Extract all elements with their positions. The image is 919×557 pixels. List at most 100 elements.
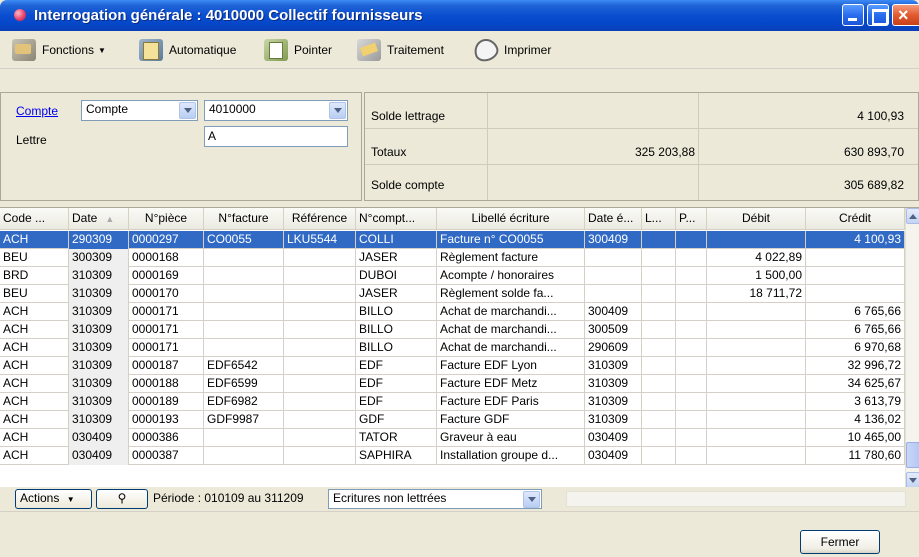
col-header-credit[interactable]: Crédit xyxy=(806,208,905,230)
cell-date-ech: 300409 xyxy=(585,303,642,321)
table-row[interactable]: ACH 310309 0000187 EDF6542 EDF Facture EDF Ly… xyxy=(0,357,905,375)
totaux-debit-value: 325 203,88 xyxy=(634,145,695,159)
cell-code: ACH xyxy=(0,447,69,465)
cell-facture xyxy=(204,285,284,303)
periode-text: Période : 010109 au 311209 xyxy=(153,491,304,505)
table-row[interactable]: ACH 310309 0000171 BILLO Achat de marchandi.… xyxy=(0,303,905,321)
scroll-thumb[interactable] xyxy=(906,442,919,468)
table-row[interactable]: ACH 310309 0000171 BILLO Achat de marchandi.… xyxy=(0,339,905,357)
cell-p xyxy=(676,357,707,375)
vertical-scrollbar[interactable] xyxy=(905,208,919,487)
close-button[interactable]: × xyxy=(892,4,919,26)
cell-compte: BILLO xyxy=(356,321,437,339)
table-row[interactable]: ACH 030409 0000386 TATOR Graveur à eau 030409… xyxy=(0,429,905,447)
fonctions-label: Fonctions xyxy=(42,43,95,57)
minimize-button[interactable] xyxy=(842,4,864,26)
scroll-down-icon[interactable] xyxy=(906,472,919,487)
cell-debit: 18 711,72 xyxy=(707,285,806,303)
scroll-up-icon[interactable] xyxy=(906,208,919,224)
compte-select[interactable]: 4010000 xyxy=(204,100,348,121)
imprimer-button[interactable]: Imprimer xyxy=(470,35,551,65)
cell-piece: 0000189 xyxy=(129,393,204,411)
col-header-pointage[interactable]: P... xyxy=(676,208,707,230)
lettrage-filter-select[interactable]: Ecritures non lettrées xyxy=(328,489,542,509)
chevron-down-icon[interactable] xyxy=(523,491,540,508)
cell-date: 310309 xyxy=(69,375,129,393)
title-bar[interactable]: Interrogation générale : 4010000 Collect… xyxy=(0,0,919,31)
cell-piece: 0000168 xyxy=(129,249,204,267)
table-row[interactable]: BRD 310309 0000169 DUBOI Acompte / honoraire… xyxy=(0,267,905,285)
cell-credit: 4 100,93 xyxy=(806,231,905,249)
col-header-lettre[interactable]: L... xyxy=(642,208,676,230)
cell-reference xyxy=(284,267,356,285)
traitement-button[interactable]: Traitement xyxy=(357,39,444,61)
col-header-code[interactable]: Code ... xyxy=(0,208,69,230)
table-row[interactable]: BEU 310309 0000170 JASER Règlement solde fa.… xyxy=(0,285,905,303)
lettre-input[interactable]: A xyxy=(204,126,348,147)
cell-credit: 6 765,66 xyxy=(806,321,905,339)
col-header-debit[interactable]: Débit xyxy=(707,208,806,230)
entries-grid[interactable]: Code ... Date ▲ N°pièce N°facture Référen… xyxy=(0,207,919,487)
table-row[interactable]: ACH 310309 0000188 EDF6599 EDF Facture EDF Me… xyxy=(0,375,905,393)
close-icon: × xyxy=(898,5,909,25)
col-header-date-echeance[interactable]: Date é... xyxy=(585,208,642,230)
cell-p xyxy=(676,231,707,249)
table-row[interactable]: ACH 290309 0000297 CO0055 LKU5544 COLLI Factur… xyxy=(0,231,905,249)
chevron-down-icon[interactable] xyxy=(329,102,346,119)
cell-compte: JASER xyxy=(356,285,437,303)
col-header-compte[interactable]: N°compt... xyxy=(356,208,437,230)
col-header-libelle[interactable]: Libellé écriture xyxy=(437,208,585,230)
cell-l xyxy=(642,375,676,393)
search-button[interactable]: ⚲ xyxy=(96,489,148,509)
cell-libelle: Facture EDF Lyon xyxy=(437,357,585,375)
toolbar: Fonctions ▼ Automatique Pointer Traiteme… xyxy=(0,31,919,69)
cell-debit xyxy=(707,393,806,411)
automatique-button[interactable]: Automatique xyxy=(139,39,236,61)
cell-libelle: Installation groupe d... xyxy=(437,447,585,465)
window: Interrogation générale : 4010000 Collect… xyxy=(0,0,919,557)
col-header-date[interactable]: Date ▲ xyxy=(69,208,129,230)
maximize-button[interactable] xyxy=(867,4,889,26)
cell-libelle: Graveur à eau xyxy=(437,429,585,447)
col-header-piece[interactable]: N°pièce xyxy=(129,208,204,230)
solde-compte-label: Solde compte xyxy=(371,178,445,192)
cell-credit: 6 765,66 xyxy=(806,303,905,321)
cell-p xyxy=(676,267,707,285)
compte-type-select[interactable]: Compte xyxy=(81,100,198,121)
pointer-label: Pointer xyxy=(294,43,333,57)
cell-compte: TATOR xyxy=(356,429,437,447)
fermer-button[interactable]: Fermer xyxy=(800,530,880,554)
cell-code: ACH xyxy=(0,411,69,429)
actions-menu-button[interactable]: Actions ▼ xyxy=(15,489,92,509)
cell-compte: COLLI xyxy=(356,231,437,249)
summary-divider xyxy=(365,128,918,129)
cell-p xyxy=(676,429,707,447)
cell-facture xyxy=(204,249,284,267)
col-header-facture[interactable]: N°facture xyxy=(204,208,284,230)
cell-p xyxy=(676,393,707,411)
horizontal-scrollbar[interactable] xyxy=(566,491,906,507)
cell-compte: EDF xyxy=(356,357,437,375)
cell-date-ech: 290609 xyxy=(585,339,642,357)
cell-piece: 0000297 xyxy=(129,231,204,249)
table-row[interactable]: ACH 310309 0000193 GDF9987 GDF Facture GDF 310… xyxy=(0,411,905,429)
table-row[interactable]: BEU 300309 0000168 JASER Règlement facture 4 … xyxy=(0,249,905,267)
cell-facture xyxy=(204,339,284,357)
table-row[interactable]: ACH 310309 0000189 EDF6982 EDF Facture EDF Pa… xyxy=(0,393,905,411)
fonctions-menu-button[interactable]: Fonctions ▼ xyxy=(12,39,106,61)
col-header-reference[interactable]: Référence xyxy=(284,208,356,230)
cell-debit: 4 022,89 xyxy=(707,249,806,267)
pointer-button[interactable]: Pointer xyxy=(264,39,332,61)
cell-reference xyxy=(284,357,356,375)
cell-piece: 0000188 xyxy=(129,375,204,393)
table-row[interactable]: ACH 310309 0000171 BILLO Achat de marchandi.… xyxy=(0,321,905,339)
table-row[interactable]: ACH 030409 0000387 SAPHIRA Installation grou… xyxy=(0,447,905,465)
cell-libelle: Facture GDF xyxy=(437,411,585,429)
cell-reference xyxy=(284,429,356,447)
cell-credit xyxy=(806,267,905,285)
cell-date-ech: 030409 xyxy=(585,429,642,447)
compte-link[interactable]: Compte xyxy=(16,104,58,118)
cell-l xyxy=(642,447,676,465)
cell-debit xyxy=(707,375,806,393)
chevron-down-icon[interactable] xyxy=(179,102,196,119)
